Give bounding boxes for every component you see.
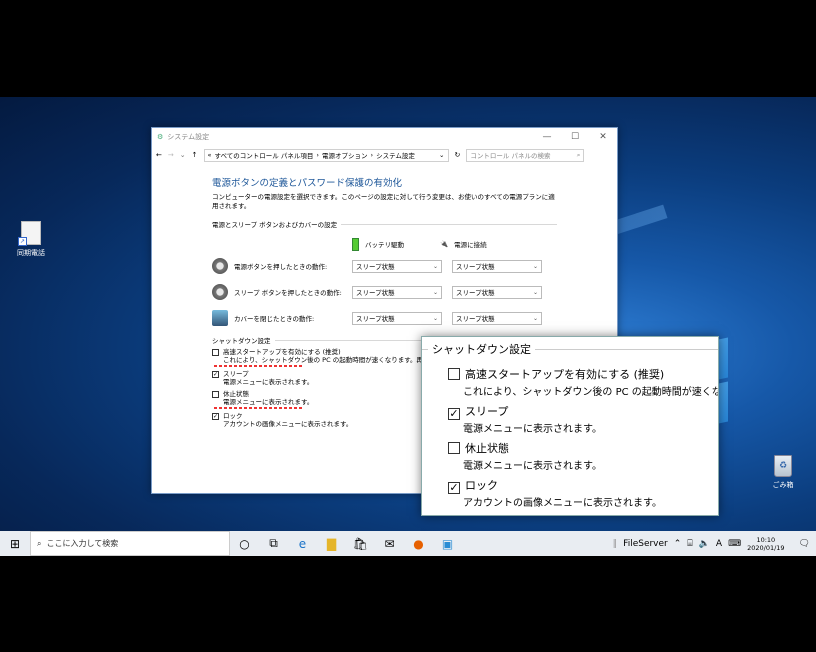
file-icon: ↗ [18, 221, 41, 246]
red-annotation-underline [214, 407, 304, 409]
sleep-button-row: スリープ ボタンを押したときの動作: スリープ状態 ⌄ スリープ状態 ⌄ [212, 279, 557, 305]
power-button-battery-select[interactable]: スリープ状態 ⌄ [352, 259, 442, 273]
checkbox-unchecked[interactable] [448, 368, 460, 380]
battery-column-label: バッテリ駆動 [365, 241, 404, 249]
sleep-button-icon [212, 284, 228, 300]
task-view-icon[interactable]: ⧉ [259, 531, 288, 556]
store-icon[interactable]: 🛍 [346, 531, 375, 556]
keyboard-icon[interactable]: ⌨ [728, 539, 741, 549]
power-button-plugged-select[interactable]: スリープ状態 ⌄ [452, 259, 542, 273]
search-input[interactable]: コントロール パネルの検索 ⌕ [466, 148, 585, 162]
forward-arrow-icon[interactable]: → [168, 151, 174, 159]
lid-close-plugged-select[interactable]: スリープ状態 ⌄ [452, 311, 542, 325]
window-title: システム設定 [167, 132, 210, 141]
plugged-column-label: 電源に接続 [454, 241, 487, 249]
address-prefix: « [207, 151, 212, 159]
windows-icon: ⊞ [9, 536, 21, 551]
address-bar[interactable]: « すべてのコントロール パネル項目 › 電源オプション › システム設定 ⌄ [203, 148, 449, 162]
file-explorer-icon[interactable]: ▇ [317, 531, 346, 556]
mail-icon[interactable]: ✉ [375, 531, 404, 556]
lid-close-battery-select[interactable]: スリープ状態 ⌄ [352, 311, 442, 325]
section-header-buttons: 電源とスリープ ボタンおよびカバーの設定 [212, 219, 557, 229]
taskbar: ⊞ ⌕ ここに入力して検索 ○ ⧉ e ▇ 🛍 ✉ ● ▣ ‖ FileServ… [0, 531, 816, 556]
power-button-icon [212, 258, 228, 274]
taskbar-search-input[interactable]: ⌕ ここに入力して検索 [30, 531, 230, 556]
desktop-icon-file[interactable]: ↗ 同期電話 [6, 221, 56, 258]
lid-close-row: カバーを閉じたときの動作: スリープ状態 ⌄ スリープ状態 ⌄ [212, 305, 557, 331]
zoom-sleep-checkbox[interactable]: ✓ スリープ [448, 403, 508, 420]
search-icon: ⌕ [576, 150, 581, 159]
fileserver-label[interactable]: FileServer [623, 539, 668, 549]
red-annotation-underline [214, 365, 304, 367]
battery-icon [352, 237, 359, 251]
checkbox-unchecked[interactable] [212, 391, 219, 398]
laptop-lid-icon [212, 310, 228, 326]
clock-date: 2020/01/19 [747, 543, 785, 552]
recycle-bin-icon: ♻ [774, 455, 792, 477]
sleep-button-battery-select[interactable]: スリープ状態 ⌄ [352, 285, 442, 299]
checkbox-unchecked[interactable] [212, 349, 219, 356]
ime-indicator[interactable]: A [716, 539, 722, 549]
chevron-up-icon[interactable]: ⌃ [674, 539, 682, 549]
notification-icon[interactable]: 🗨 [799, 539, 810, 549]
title-bar: ⚙ システム設定 — ☐ ✕ [152, 128, 617, 145]
checkbox-unchecked[interactable] [448, 442, 460, 454]
cortana-icon[interactable]: ○ [230, 531, 259, 556]
recent-chevron-icon[interactable]: ⌄ [180, 151, 186, 159]
start-button[interactable]: ⊞ [0, 537, 30, 551]
zoomed-shutdown-settings: シャットダウン設定 高速スタートアップを有効にする (推奨) これにより、シャッ… [421, 336, 719, 516]
breadcrumb-item[interactable]: すべてのコントロール パネル項目 [214, 150, 313, 160]
checkbox-checked[interactable]: ✓ [448, 482, 460, 494]
address-row: ← → ⌄ ↑ « すべてのコントロール パネル項目 › 電源オプション › シ… [152, 145, 617, 165]
checkbox-checked[interactable]: ✓ [448, 408, 460, 420]
refresh-icon[interactable]: ↻ [455, 151, 461, 159]
maximize-button[interactable]: ☐ [561, 132, 589, 142]
zoom-lock-checkbox[interactable]: ✓ ロック [448, 477, 498, 494]
breadcrumb-item[interactable]: システム設定 [376, 150, 415, 160]
clock-time: 10:10 [756, 535, 776, 544]
search-icon: ⌕ [37, 538, 42, 548]
zoom-hibernate-checkbox[interactable]: 休止状態 [448, 440, 509, 456]
firefox-icon[interactable]: ● [404, 531, 433, 556]
zoom-fast-startup-checkbox[interactable]: 高速スタートアップを有効にする (推奨) [448, 366, 664, 382]
edge-icon[interactable]: e [288, 531, 317, 556]
zoom-title: シャットダウン設定 [428, 341, 535, 357]
sleep-button-plugged-select[interactable]: スリープ状態 ⌄ [452, 285, 542, 299]
address-dropdown-icon[interactable]: ⌄ [439, 151, 444, 159]
column-headers: バッテリ駆動 🔌 電源に接続 [212, 235, 557, 253]
breadcrumb-item[interactable]: 電源オプション [322, 150, 368, 160]
checkbox-checked[interactable]: ✓ [212, 413, 219, 420]
clock[interactable]: 10:10 2020/01/19 [747, 536, 784, 552]
page-title: 電源ボタンの定義とパスワード保護の有効化 [212, 178, 403, 189]
network-icon[interactable]: ⌸ [687, 539, 692, 549]
minimize-button[interactable]: — [533, 132, 561, 142]
close-button[interactable]: ✕ [589, 132, 617, 142]
remote-desktop-icon[interactable]: ▣ [433, 531, 462, 556]
system-tray: ‖ FileServer ⌃ ⌸ 🔈 A ⌨ 10:10 2020/01/19 … [613, 536, 816, 552]
desktop-icon-label: 同期電話 [17, 249, 45, 257]
checkbox-checked[interactable]: ✓ [212, 371, 219, 378]
control-panel-icon: ⚙ [157, 132, 164, 141]
back-arrow-icon[interactable]: ← [156, 151, 162, 159]
separator-icon: ‖ [612, 538, 618, 549]
plug-icon: 🔌 [440, 240, 449, 248]
desktop-icon-recycle-bin[interactable]: ♻ ごみ箱 [758, 455, 808, 490]
speaker-icon[interactable]: 🔈 [699, 539, 710, 549]
page-description: コンピューターの電源設定を選択できます。このページの設定に対して行う変更は、お使… [212, 193, 555, 210]
desktop-icon-label: ごみ箱 [772, 481, 794, 489]
up-arrow-icon[interactable]: ↑ [192, 151, 198, 159]
power-button-row: 電源ボタンを押したときの動作: スリープ状態 ⌄ スリープ状態 ⌄ [212, 253, 557, 279]
